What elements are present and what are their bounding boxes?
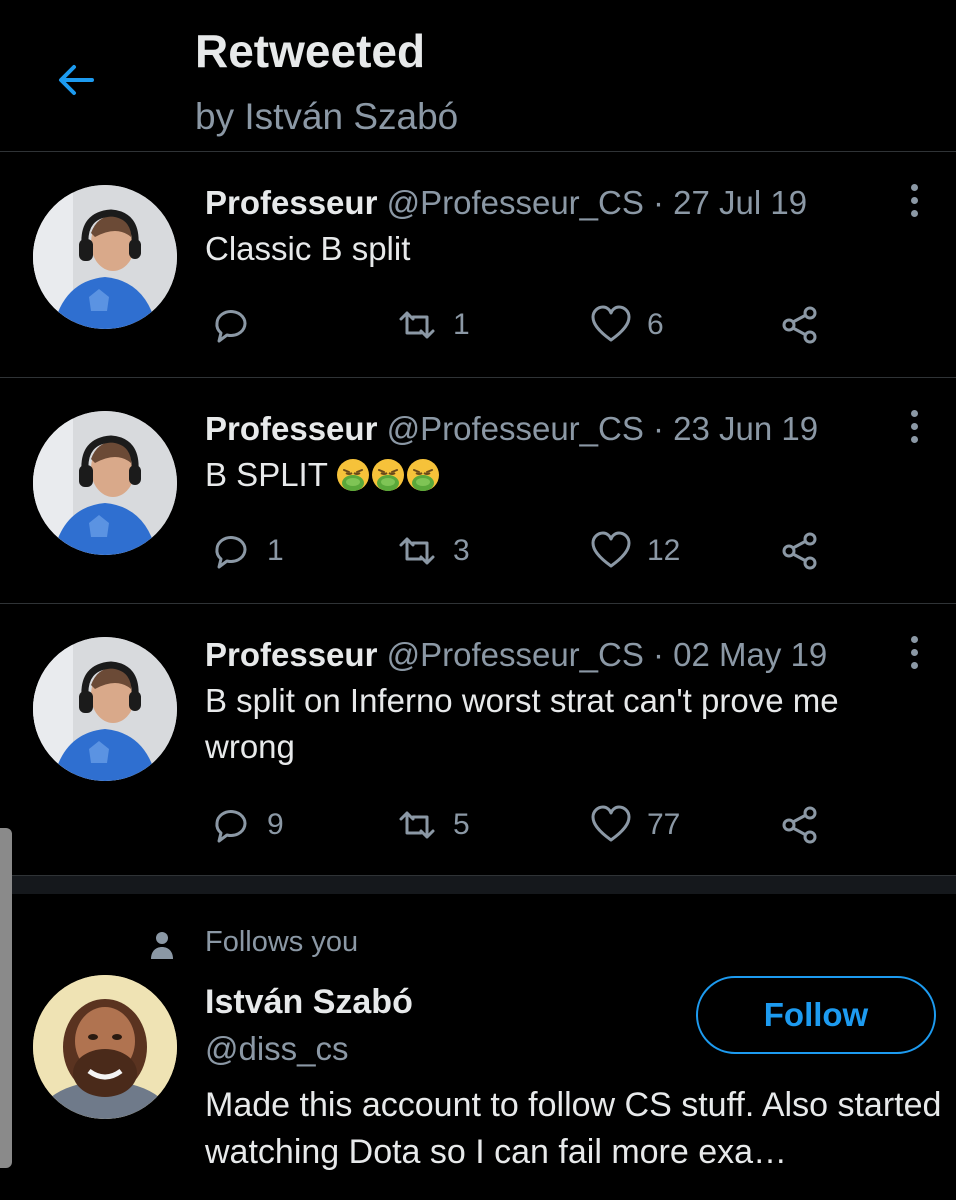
avatar[interactable]: [33, 185, 177, 329]
nauseated-face-emoji: [407, 459, 440, 491]
share-icon: [782, 306, 817, 344]
like-count: 77: [647, 808, 681, 841]
follow-button[interactable]: Follow: [696, 976, 936, 1054]
retweet-count: 1: [453, 308, 470, 341]
retweet-icon: [399, 311, 435, 339]
reply-count: 1: [267, 534, 284, 567]
reply-button[interactable]: [209, 300, 267, 350]
retweet-icon: [399, 537, 435, 565]
share-button[interactable]: [777, 526, 821, 576]
author-name[interactable]: Professeur: [205, 636, 377, 673]
tweet-actions: 9 5 77: [205, 800, 845, 850]
heart-icon: [591, 305, 631, 342]
author-name[interactable]: Professeur: [205, 184, 377, 221]
tweet-text: B SPLIT: [205, 456, 328, 493]
tweet-text-wrap: B split on Inferno worst strat can't pro…: [205, 678, 925, 770]
like-count: 6: [647, 308, 664, 341]
share-button[interactable]: [777, 800, 821, 850]
author-meta: @Professeur_CS · 27 Jul 19: [386, 184, 808, 221]
share-icon: [782, 532, 817, 570]
page-title: Retweeted: [195, 25, 426, 77]
emoji-group: [336, 456, 441, 493]
header: Retweeted by István Szabó: [0, 0, 956, 152]
retweet-count: 3: [453, 534, 470, 567]
tweet-avatar-image: [33, 185, 177, 329]
reply-count: 9: [267, 808, 284, 841]
reply-button[interactable]: 1: [209, 526, 284, 576]
share-button[interactable]: [777, 300, 821, 350]
tweet-header: Professeur @Professeur_CS · 02 May 19: [205, 636, 827, 674]
reply-icon: [215, 810, 247, 843]
tweet-text: B split on Inferno worst strat can't pro…: [205, 682, 839, 765]
like-count: 12: [647, 534, 681, 567]
tweet[interactable]: Professeur @Professeur_CS · 23 Jun 19 B …: [0, 378, 956, 604]
tweet-text-wrap: B SPLIT: [205, 452, 925, 498]
page-subtitle: by István Szabó: [195, 96, 459, 137]
section-divider: [0, 876, 956, 894]
more-vertical-icon[interactable]: [904, 184, 924, 224]
user-handle: @diss_cs: [205, 1030, 349, 1067]
tweet[interactable]: Professeur @Professeur_CS · 27 Jul 19 Cl…: [0, 152, 956, 378]
tweet-text: Classic B split: [205, 230, 411, 267]
heart-icon: [591, 805, 631, 842]
user-name[interactable]: István Szabó: [205, 983, 413, 1022]
avatar[interactable]: [33, 975, 177, 1119]
tweet-avatar-image: [33, 411, 177, 555]
avatar[interactable]: [33, 637, 177, 781]
more-vertical-icon[interactable]: [904, 636, 924, 676]
author-meta: @Professeur_CS · 23 Jun 19: [386, 410, 819, 447]
follows-you-label: Follows you: [205, 926, 359, 958]
tweet-header: Professeur @Professeur_CS · 27 Jul 19: [205, 184, 807, 222]
user-bio: Made this account to follow CS stuff. Al…: [205, 1086, 942, 1171]
more-vertical-icon[interactable]: [904, 410, 924, 450]
user-avatar-image: [33, 975, 177, 1119]
tweet-header: Professeur @Professeur_CS · 23 Jun 19: [205, 410, 818, 448]
nauseated-face-emoji: [372, 459, 405, 491]
reply-icon: [215, 310, 247, 343]
reply-icon: [215, 536, 247, 569]
author-meta: @Professeur_CS · 02 May 19: [386, 636, 828, 673]
avatar[interactable]: [33, 411, 177, 555]
retweet-button[interactable]: 1: [395, 300, 470, 350]
tweet-actions: 1 6: [205, 300, 845, 350]
retweet-button[interactable]: 3: [395, 526, 470, 576]
like-button[interactable]: 6: [589, 300, 664, 350]
retweet-count: 5: [453, 808, 470, 841]
reply-button[interactable]: 9: [209, 800, 284, 850]
nauseated-face-emoji: [337, 459, 370, 491]
like-button[interactable]: 12: [589, 526, 680, 576]
retweet-icon: [399, 811, 435, 839]
tweet-text-wrap: Classic B split: [205, 226, 925, 272]
tweet-avatar-image: [33, 637, 177, 781]
retweet-button[interactable]: 5: [395, 800, 470, 850]
heart-icon: [591, 531, 631, 568]
author-name[interactable]: Professeur: [205, 410, 377, 447]
share-icon: [782, 806, 817, 844]
person-icon: [151, 932, 173, 959]
arrow-left-icon[interactable]: [52, 56, 100, 104]
tweet[interactable]: Professeur @Professeur_CS · 02 May 19 B …: [0, 604, 956, 876]
like-button[interactable]: 77: [589, 800, 680, 850]
tweet-actions: 1 3 12: [205, 526, 845, 576]
